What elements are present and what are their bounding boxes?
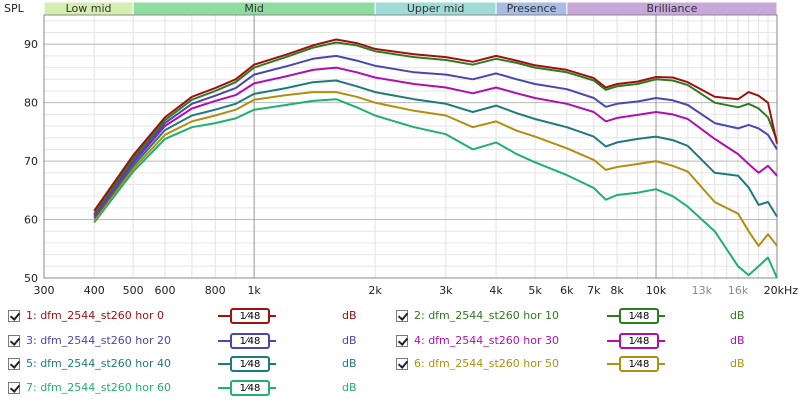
unit-label: dB (730, 334, 745, 347)
legend-checkbox[interactable] (8, 310, 20, 322)
legend-label: 4: dfm_2544_st260 hor 30 (414, 334, 560, 347)
x-tick-label: 2k (368, 284, 382, 297)
unit-label: dB (342, 309, 357, 322)
band-label: Low mid (66, 2, 112, 15)
x-tick-label: 400 (84, 284, 105, 297)
legend-checkbox[interactable] (396, 358, 408, 370)
legend-label: 1: dfm_2544_st260 hor 0 (26, 309, 165, 322)
y-tick-label: 80 (24, 97, 38, 110)
x-tick-label: 5k (528, 284, 542, 297)
x-tick-label: 1k (247, 284, 261, 297)
smoothing-button[interactable]: 1⁄48 (230, 308, 270, 324)
x-tick-label: 4k (489, 284, 503, 297)
x-tick-label: 300 (34, 284, 55, 297)
chart-canvas: Low mid Mid Upper mid Presence Brilliance SPL… (4, 1, 799, 297)
band-label: Presence (507, 2, 557, 15)
unit-label: dB (730, 357, 745, 370)
x-tick-label: 16k (728, 284, 749, 297)
y-axis-label: SPL (4, 2, 25, 15)
band-label: Upper mid (407, 2, 465, 15)
legend-checkbox[interactable] (8, 382, 20, 394)
x-tick-label: 3k (439, 284, 453, 297)
band-label: Mid (244, 2, 264, 15)
unit-label: dB (730, 309, 745, 322)
legend-checkbox[interactable] (8, 335, 20, 347)
legend-checkbox[interactable] (396, 335, 408, 347)
smoothing-button[interactable]: 1⁄48 (230, 356, 270, 372)
y-tick-label: 60 (24, 214, 38, 227)
legend-label: 3: dfm_2544_st260 hor 20 (26, 334, 172, 347)
legend-checkbox[interactable] (396, 310, 408, 322)
x-tick-label: 13k (692, 284, 713, 297)
x-tick-label: 10k (646, 284, 667, 297)
smoothing-button[interactable]: 1⁄48 (619, 333, 659, 349)
legend-label: 6: dfm_2544_st260 hor 50 (414, 357, 560, 370)
x-tick-label: 800 (205, 284, 226, 297)
unit-label: dB (342, 334, 357, 347)
x-tick-label: 600 (154, 284, 175, 297)
x-tick-label: 20kHz (764, 284, 799, 297)
smoothing-button[interactable]: 1⁄48 (230, 333, 270, 349)
y-tick-label: 70 (24, 155, 38, 168)
legend-label: 2: dfm_2544_st260 hor 10 (414, 309, 560, 322)
band-label: Brilliance (647, 2, 698, 15)
smoothing-button[interactable]: 1⁄48 (230, 380, 270, 396)
legend-label: 5: dfm_2544_st260 hor 40 (26, 357, 172, 370)
unit-label: dB (342, 381, 357, 394)
x-tick-label: 7k (587, 284, 601, 297)
x-tick-label: 500 (123, 284, 144, 297)
x-tick-label: 6k (560, 284, 574, 297)
smoothing-button[interactable]: 1⁄48 (619, 308, 659, 324)
unit-label: dB (342, 357, 357, 370)
legend-label: 7: dfm_2544_st260 hor 60 (26, 381, 172, 394)
legend-checkbox[interactable] (8, 358, 20, 370)
x-tick-label: 8k (610, 284, 624, 297)
y-tick-label: 90 (24, 38, 38, 51)
smoothing-button[interactable]: 1⁄48 (619, 356, 659, 372)
frequency-response-chart: Low mid Mid Upper mid Presence Brilliance SPL… (0, 0, 800, 300)
